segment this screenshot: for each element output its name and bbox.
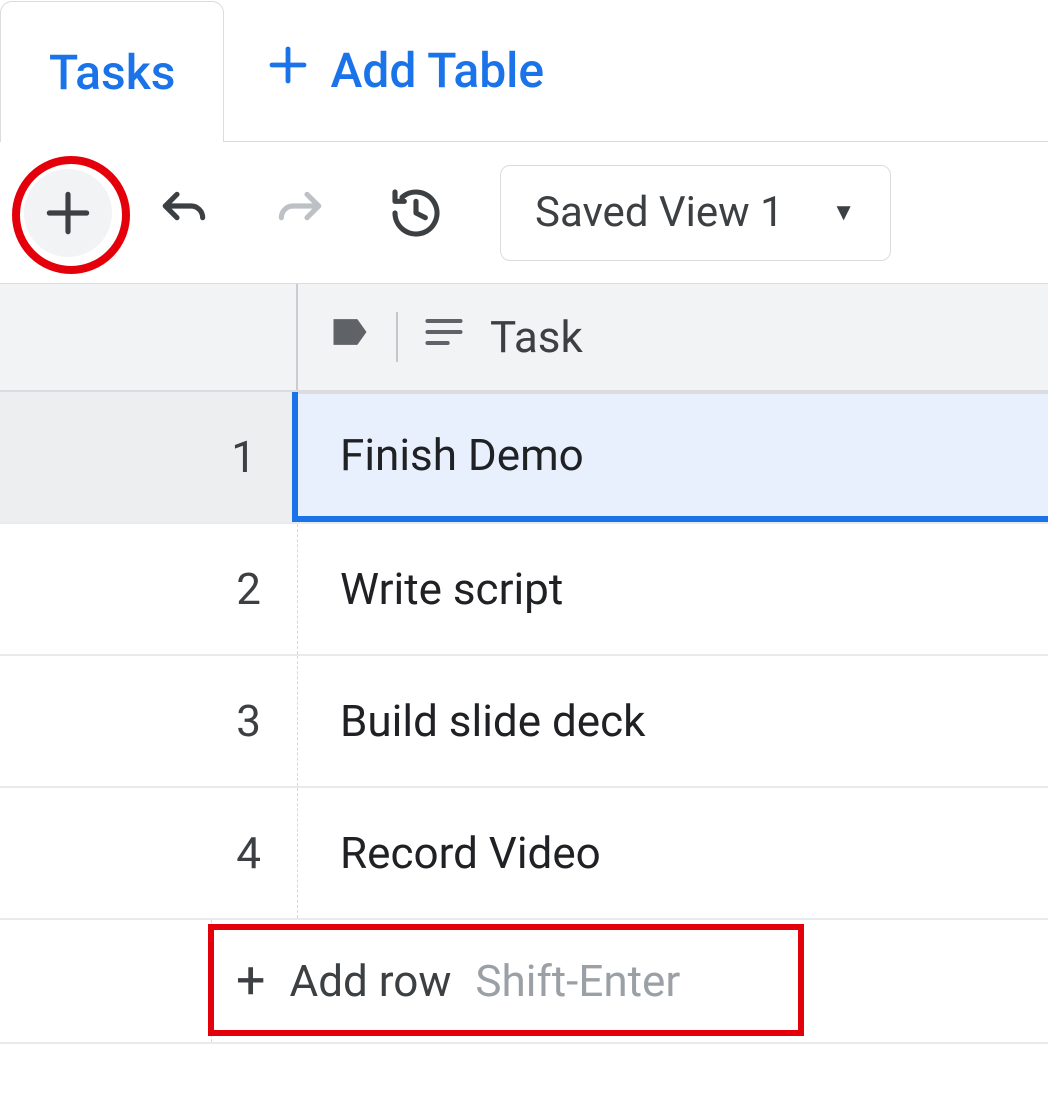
table-row[interactable]: 4 Record Video <box>0 788 1048 920</box>
tab-label: Tasks <box>49 44 175 101</box>
add-table-label: Add Table <box>330 42 544 99</box>
toolbar: Saved View 1 ▼ <box>0 142 1048 284</box>
history-icon <box>388 185 444 241</box>
plus-icon <box>264 41 312 101</box>
add-row-button[interactable]: + Add row Shift-Enter <box>212 920 1048 1042</box>
saved-view-label: Saved View 1 <box>535 188 784 237</box>
column-header-task[interactable]: Task <box>298 284 1048 390</box>
task-cell[interactable]: Build slide deck <box>298 656 1048 786</box>
column-label: Task <box>490 311 583 363</box>
table-tab-strip: Tasks Add Table <box>0 0 1048 142</box>
plus-icon: + <box>236 955 266 1007</box>
divider <box>396 312 398 362</box>
add-row[interactable]: + Add row Shift-Enter <box>0 920 1048 1044</box>
chevron-down-icon: ▼ <box>832 198 856 227</box>
undo-button[interactable] <box>140 169 228 257</box>
undo-icon <box>156 185 212 241</box>
row-number: 3 <box>0 656 298 786</box>
table-header-row: Task <box>0 284 1048 392</box>
table-row[interactable]: 1 Finish Demo <box>0 392 1048 524</box>
table-row[interactable]: 3 Build slide deck <box>0 656 1048 788</box>
task-cell[interactable]: Finish Demo <box>298 392 1048 522</box>
row-number: 1 <box>0 392 298 522</box>
saved-view-dropdown[interactable]: Saved View 1 ▼ <box>500 165 891 261</box>
table-row[interactable]: 2 Write script <box>0 524 1048 656</box>
task-cell[interactable]: Write script <box>298 524 1048 654</box>
row-number-header <box>0 284 298 390</box>
plus-icon <box>40 185 96 241</box>
text-column-icon <box>422 310 466 365</box>
task-cell[interactable]: Record Video <box>298 788 1048 918</box>
redo-button[interactable] <box>256 169 344 257</box>
add-table-button[interactable]: Add Table <box>224 0 544 141</box>
history-button[interactable] <box>372 169 460 257</box>
tab-tasks[interactable]: Tasks <box>0 1 224 142</box>
add-row-label: Add row <box>290 955 452 1007</box>
row-number: 4 <box>0 788 298 918</box>
new-row-button[interactable] <box>24 169 112 257</box>
row-number-gutter <box>0 920 212 1042</box>
redo-icon <box>272 185 328 241</box>
label-icon <box>328 310 372 365</box>
add-row-shortcut-hint: Shift-Enter <box>475 955 680 1007</box>
row-number: 2 <box>0 524 298 654</box>
